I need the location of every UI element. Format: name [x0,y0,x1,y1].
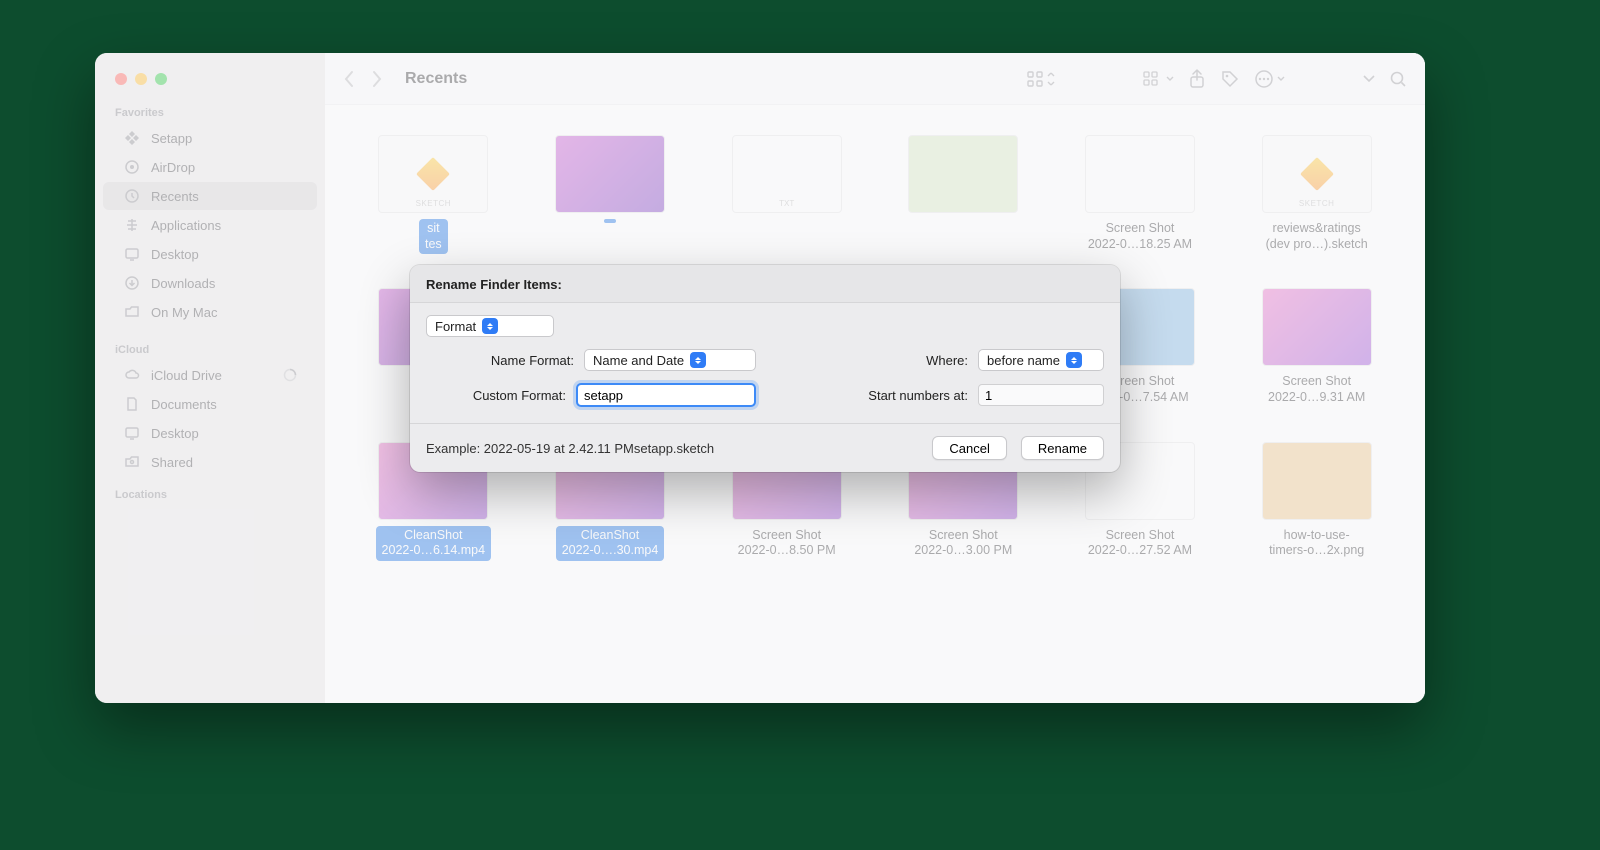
start-numbers-label: Start numbers at: [868,388,968,403]
start-numbers-input[interactable] [978,384,1104,406]
updown-icon [482,318,498,334]
mode-select[interactable]: Format [426,315,554,337]
updown-icon [1066,352,1082,368]
where-value: before name [987,353,1060,368]
example-text: Example: 2022-05-19 at 2.42.11 PMsetapp.… [426,441,918,456]
cancel-button[interactable]: Cancel [932,436,1006,460]
rename-dialog: Rename Finder Items: Format Name Format:… [410,265,1120,472]
custom-format-input[interactable] [576,383,756,407]
where-select[interactable]: before name [978,349,1104,371]
where-label: Where: [926,353,968,368]
dialog-title: Rename Finder Items: [410,265,1120,303]
mode-select-value: Format [435,319,476,334]
name-format-value: Name and Date [593,353,684,368]
updown-icon [690,352,706,368]
rename-button[interactable]: Rename [1021,436,1104,460]
custom-format-label: Custom Format: [473,388,566,403]
name-format-select[interactable]: Name and Date [584,349,756,371]
name-format-label: Name Format: [491,353,574,368]
